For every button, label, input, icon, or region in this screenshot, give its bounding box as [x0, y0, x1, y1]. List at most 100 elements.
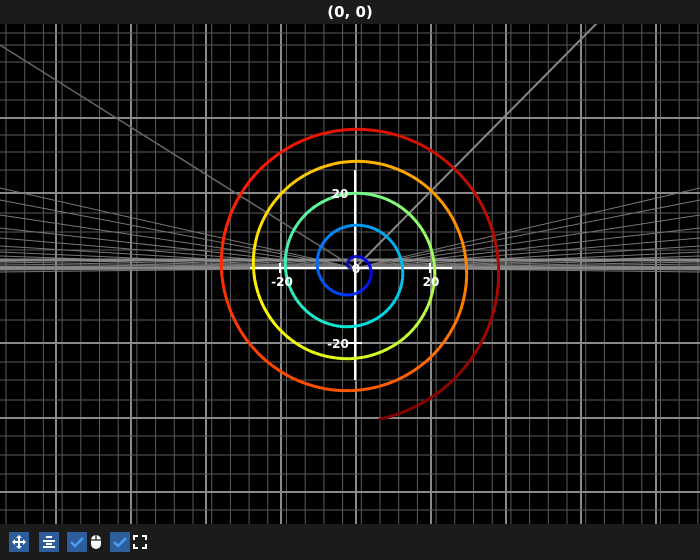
spiral-segment	[319, 199, 327, 205]
spiral-segment	[350, 256, 353, 260]
spiral-segment	[408, 327, 416, 334]
spiral-segment	[256, 292, 263, 301]
spiral-segment	[252, 249, 256, 257]
spiral-segment	[284, 248, 289, 254]
spiral-segment	[273, 193, 282, 202]
spiral-segment	[221, 285, 227, 296]
spiral-segment	[385, 197, 392, 203]
pan-button[interactable]	[9, 532, 29, 552]
spiral-segment	[285, 243, 290, 249]
spiral-segment	[448, 374, 459, 385]
spiral-segment	[264, 358, 274, 368]
spiral-segment	[261, 159, 271, 169]
spiral-segment	[234, 321, 242, 332]
spiral-segment	[360, 288, 364, 293]
spiral-segment	[362, 257, 366, 261]
spiral-segment	[324, 129, 336, 135]
spiral-segment	[306, 207, 313, 214]
spiral-segment	[374, 193, 381, 199]
spiral-segment	[305, 310, 312, 316]
spiral-segment	[395, 247, 400, 253]
spiral-segment	[329, 231, 334, 236]
spiral-segment	[325, 235, 330, 241]
spiral-segment	[250, 345, 260, 355]
spiral-segment	[317, 318, 324, 323]
mouse-icon-wrap	[88, 532, 104, 552]
spiral-segment	[231, 198, 240, 209]
perspective-line	[354, 21, 599, 269]
spiral-segment	[220, 275, 225, 286]
spiral-segment	[324, 284, 329, 289]
spiral-segment	[398, 254, 403, 260]
spiral-segment	[372, 226, 377, 231]
fullscreen-button[interactable]	[132, 532, 148, 552]
spiral-segment	[296, 342, 304, 349]
spiral-segment	[355, 291, 359, 295]
spiral-segment	[254, 234, 259, 243]
spiral-segment	[398, 285, 403, 290]
spiral-segment	[325, 162, 334, 168]
plot-canvas[interactable]: -20 20 20 -20 0	[0, 21, 700, 524]
spiral-segment	[400, 277, 405, 282]
spiral-segment	[334, 228, 339, 233]
spiral-segment	[386, 236, 391, 241]
spiral-segment	[365, 160, 374, 165]
spiral-segment	[369, 318, 375, 324]
spiral-segment	[340, 225, 345, 230]
spiral-segment	[259, 299, 265, 308]
spiral-segment	[222, 226, 228, 237]
spiral-segment	[431, 256, 436, 264]
spiral-segment	[464, 257, 468, 267]
spiral-segment	[296, 174, 306, 181]
spiral-segment	[373, 161, 382, 166]
spiral-segment	[459, 300, 465, 311]
spiral-segment	[330, 323, 336, 328]
spiral-segment	[396, 251, 401, 256]
spiral-segment	[366, 128, 377, 133]
spiral-segment	[375, 228, 380, 233]
spiral-segment	[224, 217, 231, 228]
fullscreen-toggle-checkbox[interactable]	[110, 532, 130, 552]
spiral-segment	[296, 299, 302, 306]
align-button[interactable]	[39, 532, 59, 552]
spiral-segment	[327, 233, 332, 238]
spiral-segment	[375, 349, 384, 356]
spiral-segment	[366, 260, 370, 264]
spiral-segment	[376, 129, 388, 134]
spiral-segment	[363, 257, 367, 262]
spiral-segment	[274, 323, 282, 332]
mouse-toggle-checkbox[interactable]	[67, 532, 87, 552]
spiral-segment	[326, 321, 332, 327]
spiral-segment	[323, 238, 328, 243]
spiral-segment	[318, 276, 323, 281]
spiral-segment	[365, 224, 370, 229]
spiral-segment	[456, 365, 467, 377]
spiral-segment	[332, 289, 336, 294]
spiral-segment	[361, 256, 365, 260]
spiral-segment	[348, 257, 352, 261]
spiral-segment	[326, 286, 331, 290]
spiral-segment	[309, 313, 316, 319]
spiral-segment	[393, 295, 399, 301]
spiral-segment	[389, 302, 394, 308]
spiral-segment	[381, 162, 390, 168]
spiral-segment	[495, 251, 500, 263]
spiral-segment	[383, 233, 389, 239]
spiral-segment	[495, 284, 500, 297]
spiral-segment	[316, 269, 320, 273]
spiral-segment	[493, 295, 499, 308]
spiral-segment	[411, 365, 421, 373]
spiral-segment	[390, 199, 397, 206]
spiral-segment	[373, 316, 379, 322]
spiral-segment	[317, 272, 321, 276]
spiral-segment	[321, 320, 328, 325]
x-tick-label: -20	[271, 275, 293, 289]
spiral-segment	[226, 304, 234, 315]
spiral-segment	[343, 224, 348, 229]
spiral-segment	[315, 351, 323, 357]
plot-area[interactable]: -20 20 20 -20 0	[0, 21, 700, 524]
spiral-segment	[346, 224, 351, 228]
x-tick-label: 20	[423, 275, 440, 289]
spiral-segment	[349, 356, 357, 361]
spiral-segment	[398, 336, 406, 343]
